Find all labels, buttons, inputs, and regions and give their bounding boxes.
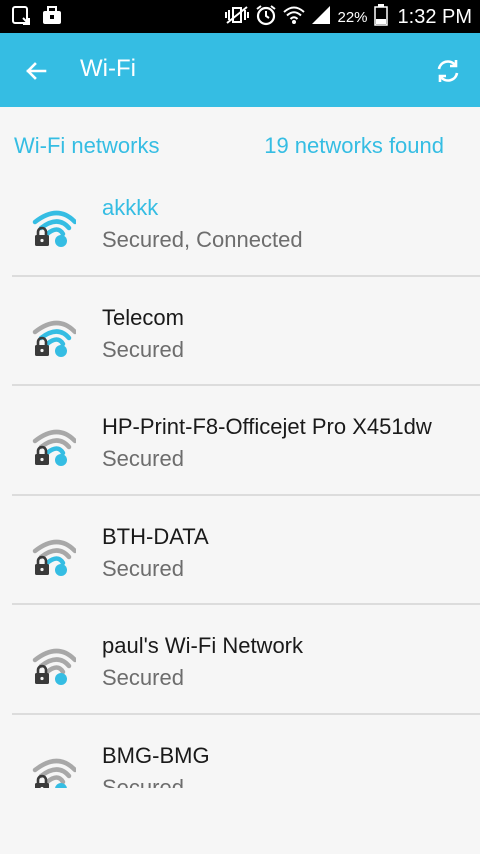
arrow-left-icon	[26, 62, 47, 80]
network-ssid: HP-Print-F8-Officejet Pro X451dw	[102, 414, 432, 439]
battery-icon	[373, 4, 388, 30]
row-divider	[12, 712, 480, 715]
network-ssid: BMG-BMG	[102, 742, 210, 768]
network-status: Secured	[102, 336, 184, 362]
row-divider	[12, 603, 480, 605]
network-ssid: Telecom	[102, 304, 184, 330]
network-row[interactable]: akkkk Secured, Connected	[0, 185, 480, 295]
network-status: Secured	[102, 555, 184, 581]
wifi-locked-icon	[32, 648, 76, 685]
status-bar: 22% 1:32 PM	[0, 0, 480, 33]
section-header: Wi-Fi networks 19 networks found	[0, 107, 480, 185]
networks-count: 19 networks found	[264, 133, 444, 158]
network-status: Secured	[102, 665, 184, 690]
refresh-icon	[437, 60, 459, 82]
notification-download-icon	[12, 6, 32, 30]
network-row[interactable]: BTH-DATA Secured	[0, 514, 480, 624]
wifi-locked-icon	[32, 429, 76, 466]
network-row[interactable]: HP-Print-F8-Officejet Pro X451dw Secured	[0, 404, 480, 514]
row-divider	[12, 384, 480, 386]
back-button[interactable]	[18, 53, 54, 89]
network-status: Secured	[102, 774, 184, 789]
section-label: Wi-Fi networks	[14, 133, 160, 158]
row-divider	[12, 274, 480, 277]
wifi-locked-icon	[32, 758, 76, 788]
row-divider	[12, 493, 480, 496]
notification-briefcase-icon	[42, 6, 62, 30]
network-list: akkkk Secured, Connected Telecom Secured…	[0, 185, 480, 788]
wifi-locked-icon	[32, 539, 76, 576]
app-bar: Wi-Fi	[0, 33, 480, 107]
network-row[interactable]: Telecom Secured	[0, 295, 480, 405]
alarm-icon	[255, 4, 277, 30]
clock: 1:32 PM	[397, 5, 472, 28]
wifi-locked-icon	[32, 320, 76, 357]
network-status: Secured, Connected	[102, 227, 303, 252]
wifi-locked-icon	[32, 210, 76, 247]
signal-strength-icon	[311, 5, 331, 29]
wifi-status-icon	[283, 5, 306, 29]
network-ssid: paul's Wi-Fi Network	[102, 633, 304, 658]
page-title: Wi-Fi	[80, 55, 136, 82]
network-row[interactable]: BMG-BMG Secured	[0, 733, 480, 789]
network-ssid: BTH-DATA	[102, 523, 209, 549]
battery-percent: 22%	[337, 8, 368, 26]
refresh-button[interactable]	[430, 53, 466, 89]
network-status: Secured	[102, 446, 184, 471]
network-ssid: akkkk	[102, 195, 159, 220]
vibrate-mute-icon	[225, 5, 250, 29]
network-row[interactable]: paul's Wi-Fi Network Secured	[0, 623, 480, 733]
